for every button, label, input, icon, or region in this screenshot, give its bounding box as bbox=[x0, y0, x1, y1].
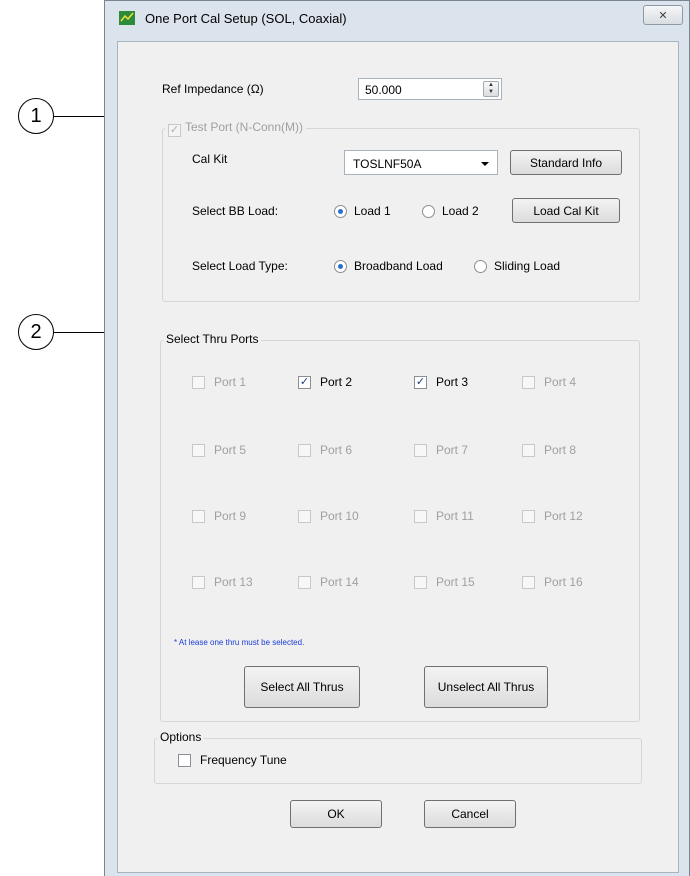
ref-impedance-value: 50.000 bbox=[365, 83, 402, 97]
broadband-load-radio[interactable] bbox=[334, 260, 347, 273]
port-11-label: Port 11 bbox=[436, 509, 474, 523]
callout-2: 2 bbox=[18, 314, 54, 350]
cancel-button[interactable]: Cancel bbox=[424, 800, 516, 828]
port-7-label: Port 7 bbox=[436, 443, 469, 457]
port-13-checkbox[interactable] bbox=[192, 576, 205, 589]
port-8-checkbox[interactable] bbox=[522, 444, 535, 457]
port-8-label: Port 8 bbox=[544, 443, 577, 457]
select-all-thrus-button[interactable]: Select All Thrus bbox=[244, 666, 360, 708]
port-16-checkbox[interactable] bbox=[522, 576, 535, 589]
port-2-label: Port 2 bbox=[320, 375, 353, 389]
standard-info-button[interactable]: Standard Info bbox=[510, 150, 622, 175]
frequency-tune-checkbox[interactable] bbox=[178, 754, 191, 767]
title-bar[interactable]: One Port Cal Setup (SOL, Coaxial) ✕ bbox=[105, 1, 689, 37]
close-button[interactable]: ✕ bbox=[643, 5, 683, 25]
thru-selection-note: * At lease one thru must be selected. bbox=[174, 638, 305, 647]
port-1-checkbox[interactable] bbox=[192, 376, 205, 389]
close-icon: ✕ bbox=[658, 9, 668, 22]
port-2-checkbox[interactable]: ✓ bbox=[298, 376, 311, 389]
port-3-checkbox[interactable]: ✓ bbox=[414, 376, 427, 389]
dialog-body: Ref Impedance (Ω) 50.000 ▲ ▼ ✓ Test Port (… bbox=[117, 41, 679, 873]
thru-ports-group bbox=[160, 340, 640, 722]
frequency-tune-label: Frequency Tune bbox=[200, 753, 287, 767]
sliding-load-radio[interactable] bbox=[474, 260, 487, 273]
select-load-type-label: Select Load Type: bbox=[192, 259, 288, 273]
options-title: Options bbox=[157, 730, 205, 744]
unselect-all-thrus-button[interactable]: Unselect All Thrus bbox=[424, 666, 548, 708]
port-13-label: Port 13 bbox=[214, 575, 253, 589]
cal-kit-label: Cal Kit bbox=[192, 152, 228, 166]
ref-impedance-field[interactable]: 50.000 ▲ ▼ bbox=[358, 78, 502, 100]
dialog-window: One Port Cal Setup (SOL, Coaxial) ✕ Ref … bbox=[104, 0, 690, 876]
port-16-label: Port 16 bbox=[544, 575, 583, 589]
load2-radio[interactable] bbox=[422, 205, 435, 218]
thru-ports-title: Select Thru Ports bbox=[163, 332, 262, 346]
ref-impedance-label: Ref Impedance (Ω) bbox=[162, 82, 264, 96]
port-4-label: Port 4 bbox=[544, 375, 577, 389]
port-15-checkbox[interactable] bbox=[414, 576, 427, 589]
port-15-label: Port 15 bbox=[436, 575, 475, 589]
load1-radio[interactable] bbox=[334, 205, 347, 218]
callout-1: 1 bbox=[18, 98, 54, 134]
port-9-label: Port 9 bbox=[214, 509, 247, 523]
load2-label: Load 2 bbox=[442, 204, 479, 218]
port-12-checkbox[interactable] bbox=[522, 510, 535, 523]
port-12-label: Port 12 bbox=[544, 509, 583, 523]
port-14-checkbox[interactable] bbox=[298, 576, 311, 589]
port-14-label: Port 14 bbox=[320, 575, 359, 589]
cal-kit-dropdown[interactable]: TOSLNF50A bbox=[344, 150, 498, 175]
select-bb-load-label: Select BB Load: bbox=[192, 204, 279, 218]
port-10-checkbox[interactable] bbox=[298, 510, 311, 523]
ok-button[interactable]: OK bbox=[290, 800, 382, 828]
port-7-checkbox[interactable] bbox=[414, 444, 427, 457]
sliding-load-label: Sliding Load bbox=[494, 259, 561, 273]
port-11-checkbox[interactable] bbox=[414, 510, 427, 523]
ref-impedance-spinner[interactable]: ▲ ▼ bbox=[483, 81, 499, 97]
cal-kit-value: TOSLNF50A bbox=[353, 157, 422, 171]
port-6-checkbox[interactable] bbox=[298, 444, 311, 457]
load1-label: Load 1 bbox=[354, 204, 391, 218]
window-title: One Port Cal Setup (SOL, Coaxial) bbox=[145, 11, 347, 26]
port-10-label: Port 10 bbox=[320, 509, 359, 523]
chevron-down-icon bbox=[481, 162, 489, 166]
port-6-label: Port 6 bbox=[320, 443, 353, 457]
broadband-load-label: Broadband Load bbox=[354, 259, 443, 273]
load-cal-kit-button[interactable]: Load Cal Kit bbox=[512, 198, 620, 223]
test-port-checkbox[interactable]: ✓ bbox=[168, 124, 181, 137]
port-4-checkbox[interactable] bbox=[522, 376, 535, 389]
app-icon bbox=[119, 11, 135, 25]
port-1-label: Port 1 bbox=[214, 375, 247, 389]
port-5-checkbox[interactable] bbox=[192, 444, 205, 457]
port-5-label: Port 5 bbox=[214, 443, 247, 457]
port-9-checkbox[interactable] bbox=[192, 510, 205, 523]
port-3-label: Port 3 bbox=[436, 375, 469, 389]
test-port-title: ✓ Test Port (N-Conn(M)) bbox=[165, 120, 307, 137]
